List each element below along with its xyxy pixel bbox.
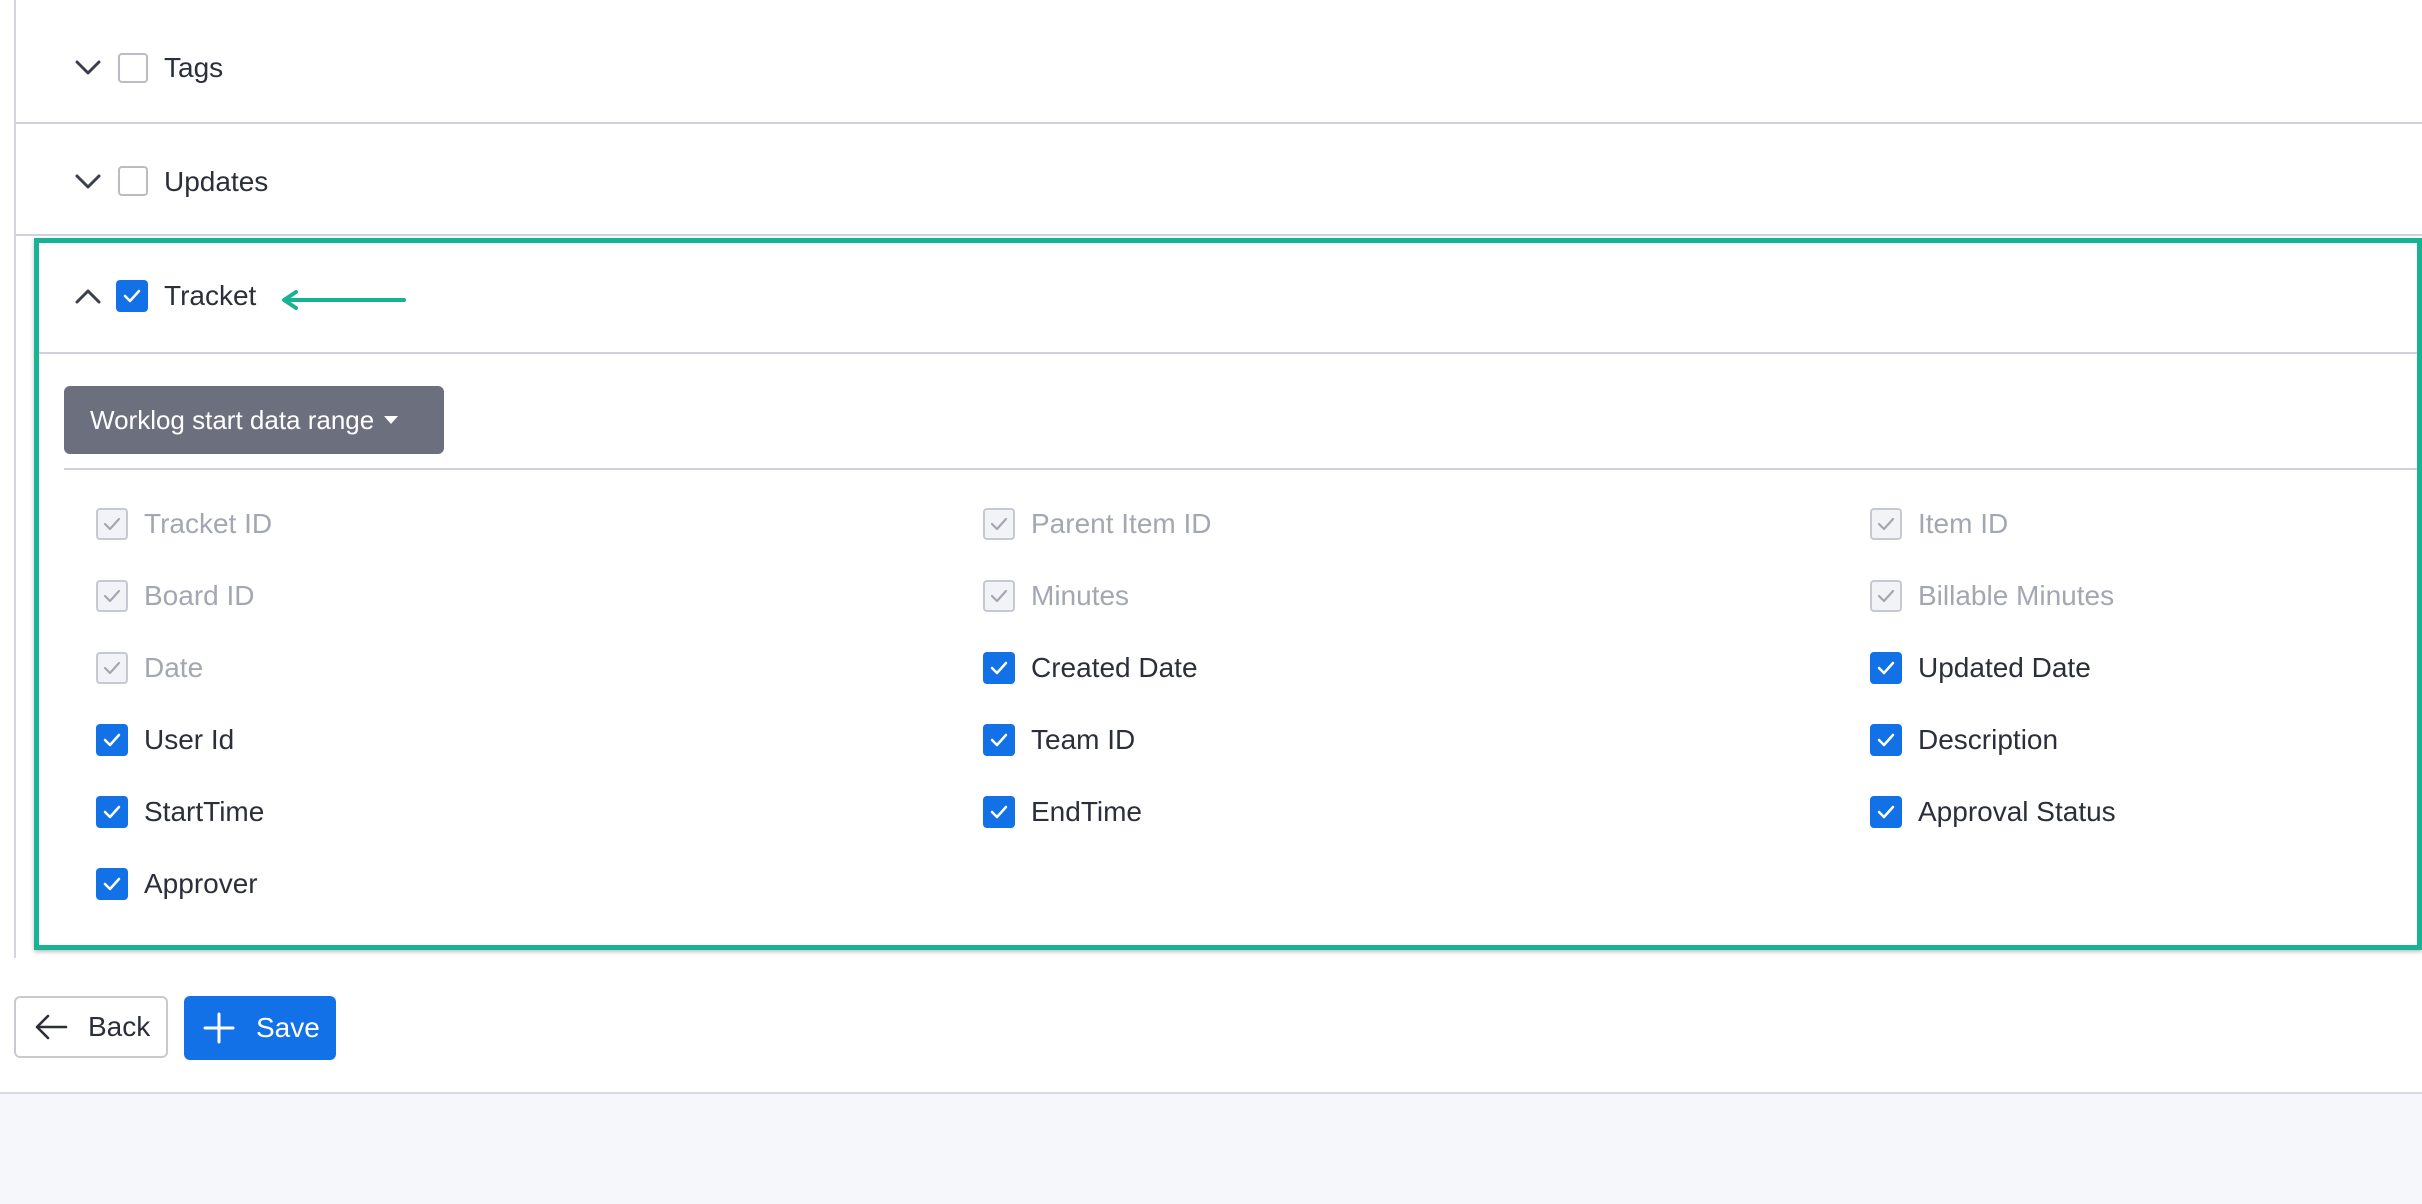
plus-icon [203,1012,235,1044]
arrow-left-icon [35,1014,68,1040]
back-button-label: Back [88,1011,151,1042]
section-checkbox-updates[interactable] [118,166,148,196]
chevron-down-icon[interactable] [58,38,118,98]
section-checkbox-tags[interactable] [118,53,148,83]
section-row-tags: Tags [16,12,2422,124]
back-button[interactable]: Back [14,996,168,1058]
section-label-updates: Updates [164,166,269,197]
save-button[interactable]: Save [184,996,336,1060]
save-button-label: Save [256,1012,320,1043]
chevron-down-icon[interactable] [58,152,118,212]
section-label-tags: Tags [164,52,224,83]
section-row-updates: Updates [16,124,2422,236]
export-settings-panel: Tags Updates Tracket Worklog start data … [14,0,2422,958]
page-footer [0,1092,2422,1204]
tracket-highlight-frame [34,238,2422,950]
